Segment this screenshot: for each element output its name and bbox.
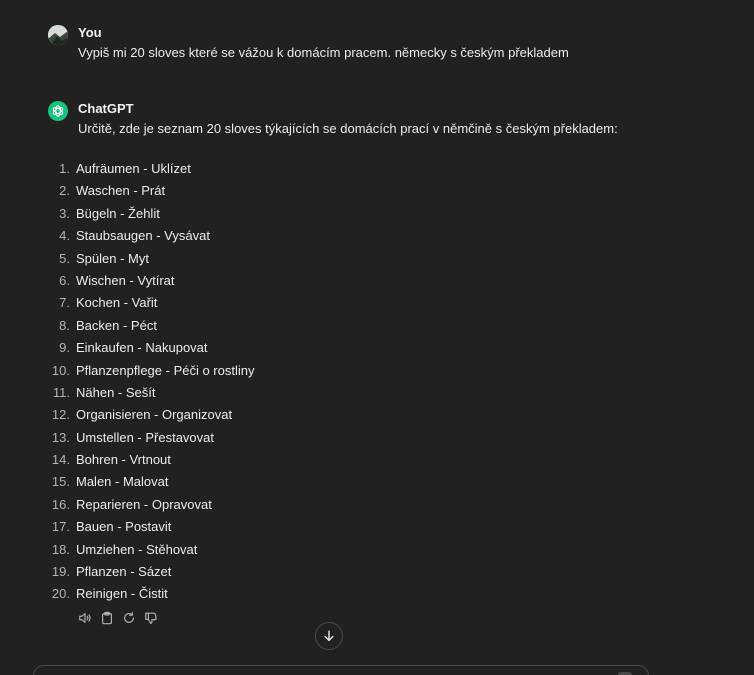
list-item: 8. Backen - Péct: [48, 317, 254, 339]
user-author-label: You: [78, 25, 102, 40]
list-item-text: Waschen - Prát: [76, 183, 166, 199]
list-item: 18. Umziehen - Stěhovat: [48, 541, 254, 563]
list-item: 17. Bauen - Postavit: [48, 518, 254, 540]
message-actions: [78, 611, 158, 625]
regenerate-icon[interactable]: [122, 611, 136, 625]
list-item: 1. Aufräumen - Uklízet: [48, 160, 254, 182]
list-item: 15. Malen - Malovat: [48, 473, 254, 495]
list-item: 7. Kochen - Vařit: [48, 294, 254, 316]
list-item-text: Einkaufen - Nakupovat: [76, 340, 208, 356]
list-item: 12. Organisieren - Organizovat: [48, 406, 254, 428]
list-item-number: 17.: [51, 519, 70, 535]
user-avatar-image: [48, 25, 68, 45]
list-item: 20. Reinigen - Čistit: [48, 585, 254, 607]
list-item-text: Bohren - Vrtnout: [76, 452, 171, 468]
list-item-number: 20.: [51, 586, 70, 602]
list-item: 2. Waschen - Prát: [48, 182, 254, 204]
list-item: 10. Pflanzenpflege - Péči o rostliny: [48, 362, 255, 384]
list-item: 4. Staubsaugen - Vysávat: [48, 227, 254, 249]
list-item-text: Reparieren - Opravovat: [76, 496, 212, 512]
list-item-number: 14.: [51, 452, 70, 468]
user-avatar: [48, 25, 68, 45]
list-item-text: Staubsaugen - Vysávat: [76, 228, 210, 244]
list-item: 13. Umstellen - Přestavovat: [48, 429, 254, 451]
list-item-number: 1.: [59, 161, 70, 176]
list-item-text: Wischen - Vytírat: [76, 272, 175, 288]
assistant-intro-text: Určitě, zde je seznam 20 sloves týkající…: [78, 121, 618, 136]
list-item: 16. Reparieren - Opravovat: [48, 496, 254, 518]
list-item-number: 2.: [59, 183, 70, 199]
verb-list: 1. Aufräumen - Uklízet 2. Waschen - Prát 3…: [48, 160, 255, 608]
list-item: 6. Wischen - Vytírat: [48, 272, 254, 294]
list-item-number: 16.: [51, 496, 70, 512]
thumbs-down-icon[interactable]: [144, 611, 158, 625]
list-item-text: Malen - Malovat: [76, 474, 169, 490]
list-item-number: 13.: [51, 429, 70, 445]
list-item-text: Bauen - Postavit: [76, 519, 172, 535]
list-item-number: 8.: [59, 317, 70, 333]
list-item: 3. Bügeln - Žehlit: [48, 205, 254, 227]
user-message-text: Vypiš mi 20 sloves které se vážou k domá…: [78, 45, 569, 60]
message-composer[interactable]: [33, 665, 649, 675]
assistant-author-label: ChatGPT: [78, 101, 134, 116]
list-item-text: Spülen - Myt: [76, 250, 149, 266]
list-item-text: Pflanzenpflege - Péči o rostliny: [76, 362, 255, 378]
list-item-number: 4.: [59, 228, 70, 244]
list-item-number: 11.: [52, 384, 70, 400]
chatgpt-logo-icon: [48, 101, 68, 121]
list-item-text: Bügeln - Žehlit: [76, 205, 160, 221]
scroll-to-bottom-button[interactable]: [315, 622, 343, 650]
list-item-text: Reinigen - Čistit: [76, 586, 168, 602]
list-item-text: Organisieren - Organizovat: [76, 407, 233, 423]
list-item-text: Nähen - Sešít: [76, 384, 156, 400]
list-item-number: 3.: [59, 205, 70, 221]
speaker-icon[interactable]: [78, 611, 92, 625]
list-item-number: 19.: [51, 564, 70, 580]
list-item-number: 6.: [59, 272, 70, 288]
list-item: 14. Bohren - Vrtnout: [48, 451, 254, 473]
chat-page: You Vypiš mi 20 sloves které se vážou k …: [0, 0, 754, 675]
list-item-text: Umziehen - Stěhovat: [76, 541, 198, 557]
list-item-text: Kochen - Vařit: [76, 295, 158, 311]
list-item-number: 12.: [51, 407, 70, 423]
list-item: 5. Spülen - Myt: [48, 250, 254, 272]
list-item-number: 9.: [59, 340, 70, 356]
list-item-text: Pflanzen - Sázet: [76, 564, 172, 580]
list-item-text: Umstellen - Přestavovat: [76, 429, 214, 445]
list-item: 9. Einkaufen - Nakupovat: [48, 339, 254, 361]
list-item-text: Aufräumen - Uklízet: [76, 161, 191, 176]
list-item-text: Backen - Péct: [76, 317, 157, 333]
list-item: 19. Pflanzen - Sázet: [48, 563, 254, 585]
list-item-number: 5.: [59, 250, 70, 266]
list-item-number: 7.: [59, 295, 70, 311]
list-item-number: 10.: [51, 362, 70, 378]
list-item-number: 18.: [51, 541, 70, 557]
clipboard-icon[interactable]: [100, 611, 114, 625]
arrow-down-icon: [324, 630, 334, 642]
list-item-number: 15.: [51, 474, 70, 490]
list-item: 11. Nähen - Sešít: [48, 384, 254, 406]
